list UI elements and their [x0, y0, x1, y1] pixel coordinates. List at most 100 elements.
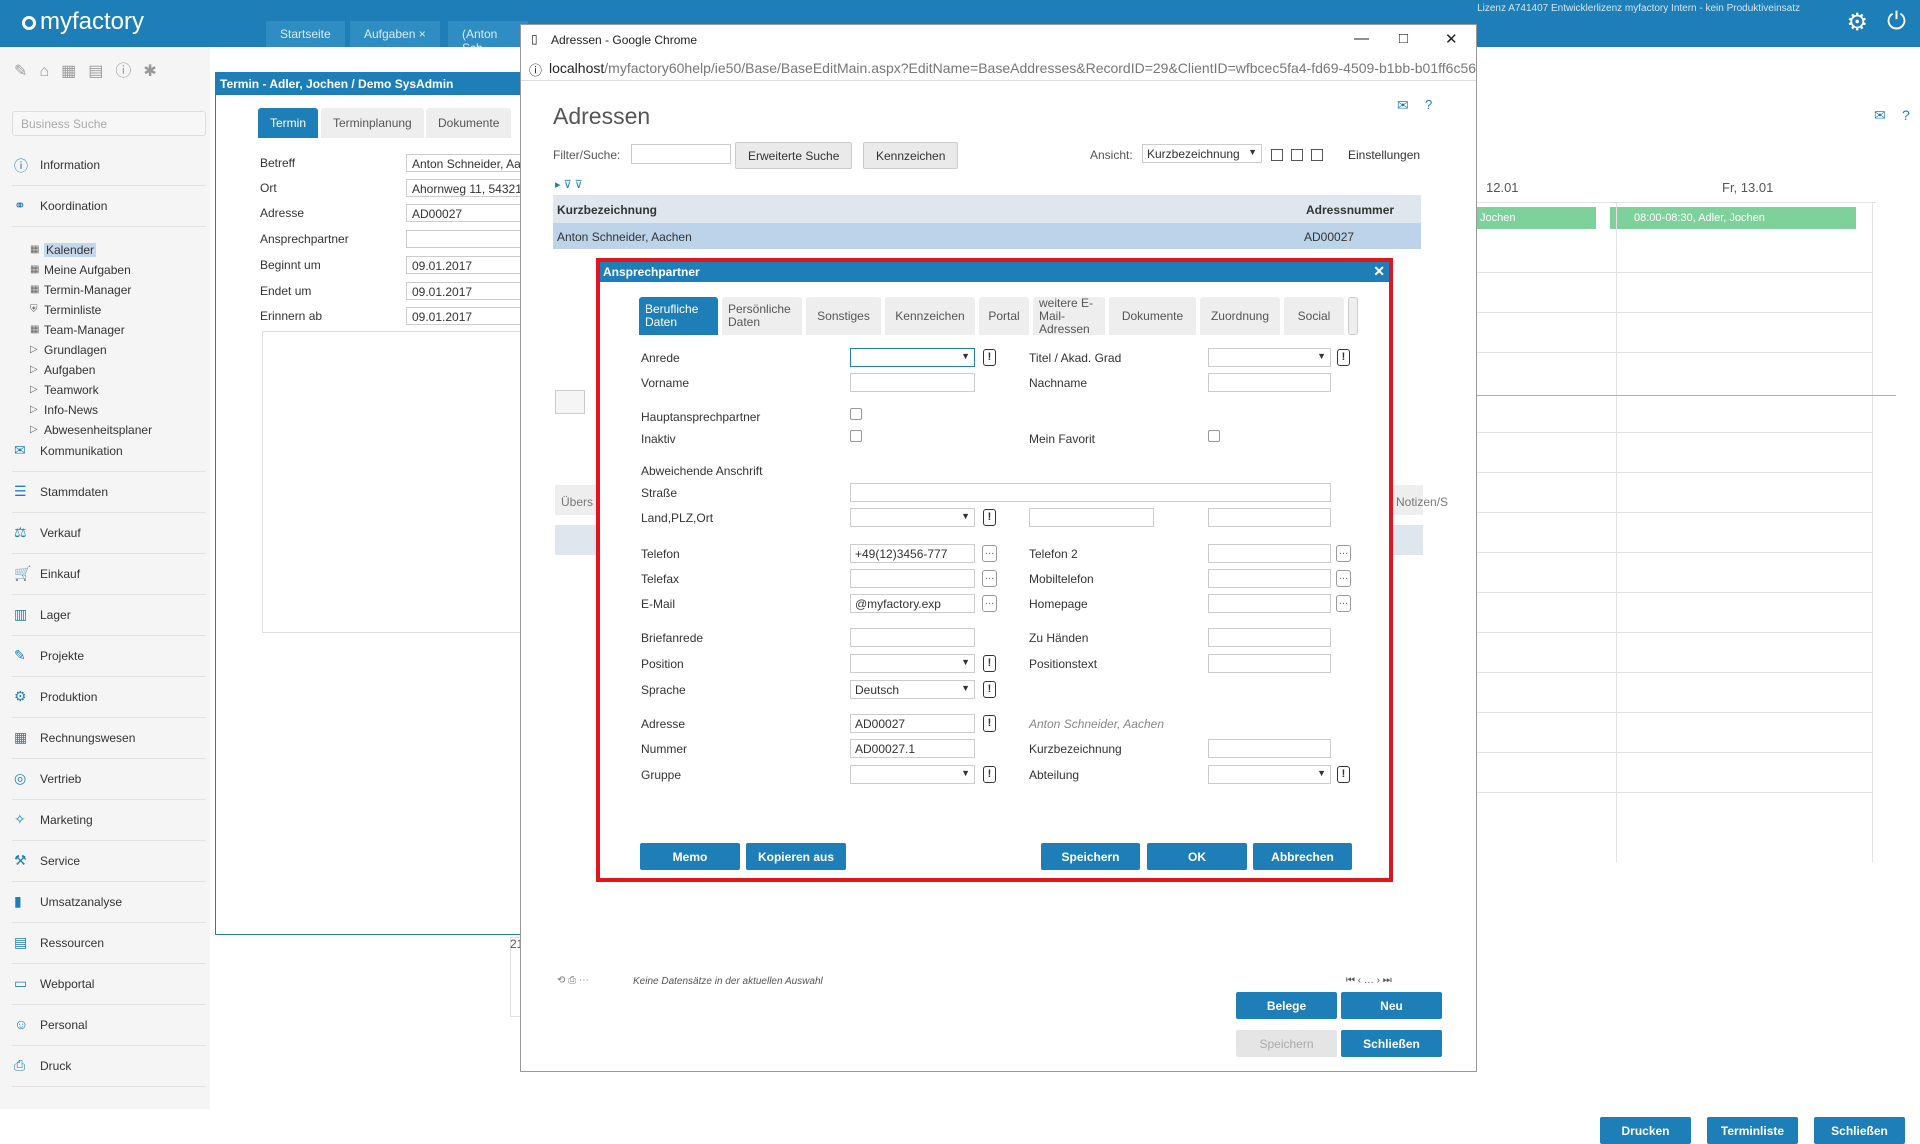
sidebar-item-einkauf[interactable]: 🛒 Einkauf [12, 555, 206, 595]
refresh-icon[interactable]: ⟲ ⎙ ⋯ [557, 975, 589, 986]
mail-icon[interactable]: ✉ [1874, 107, 1886, 124]
tab-aufgaben[interactable]: Aufgaben × [350, 21, 440, 47]
email-more-button[interactable]: … [982, 595, 997, 612]
sidebar-item-information[interactable]: ⓘ Information [12, 146, 206, 186]
sidebar-subitem[interactable]: ⛨ Terminliste [30, 303, 101, 323]
tab-anton[interactable]: (Anton Sch [448, 21, 528, 47]
endet-field[interactable]: 09.01.2017 [406, 282, 531, 300]
sidebar-item-umsatzanalyse[interactable]: ▮ Umsatzanalyse [12, 883, 206, 923]
window-close-icon[interactable]: ✕ [1445, 30, 1458, 48]
sidebar-item-druck[interactable]: ⎙ Druck [12, 1047, 206, 1087]
telefax-field[interactable] [850, 569, 975, 588]
tab-social[interactable]: Social [1284, 297, 1344, 335]
vorname-field[interactable] [850, 373, 975, 392]
terminliste-button[interactable]: Terminliste [1707, 1117, 1798, 1144]
briefanrede-field[interactable] [850, 628, 975, 647]
close-icon[interactable]: ✕ [1373, 263, 1385, 280]
mail-icon[interactable]: ✉ [1397, 97, 1409, 114]
land-info-button[interactable]: ! [983, 509, 996, 526]
minimize-icon[interactable]: — [1354, 30, 1369, 47]
anrede-info-button[interactable]: ! [983, 349, 996, 366]
favorit-checkbox[interactable] [1208, 430, 1220, 442]
position-select[interactable]: ▼ [850, 654, 975, 673]
abteilung-info-button[interactable]: ! [1337, 766, 1350, 783]
positionstext-field[interactable] [1208, 654, 1331, 673]
notes-badge-icon[interactable]: ▤ [88, 63, 115, 80]
tab-portal[interactable]: Portal [979, 297, 1029, 335]
calendar-badge-icon[interactable]: ▦ [61, 63, 88, 80]
adresse-info-button[interactable]: ! [983, 715, 996, 732]
speichern-button[interactable]: Speichern [1041, 843, 1140, 870]
adresse-field[interactable]: AD00027 [850, 714, 975, 733]
view-icon[interactable] [1311, 149, 1323, 161]
help-icon[interactable]: ? [1902, 107, 1910, 123]
tab-scroll[interactable] [1348, 297, 1358, 335]
help-icon[interactable]: ? [1425, 97, 1432, 112]
sidebar-subitem[interactable]: ▷ Grundlagen [30, 343, 107, 363]
gruppe-select[interactable]: ▼ [850, 765, 975, 784]
telefon-more-button[interactable]: … [982, 545, 997, 562]
sidebar-subitem[interactable]: ▷ Info-News [30, 403, 98, 423]
tab-berufliche-daten[interactable]: Berufliche Daten [639, 297, 718, 335]
land-select[interactable]: ▼ [850, 508, 975, 527]
sidebar-item-lager[interactable]: ▥ Lager [12, 596, 206, 636]
homepage-more-button[interactable]: … [1336, 595, 1351, 612]
close-icon[interactable]: × [419, 27, 426, 41]
kurzbezeichnung-field[interactable] [1208, 739, 1331, 758]
plz-field[interactable] [1029, 508, 1154, 527]
inaktiv-checkbox[interactable] [850, 430, 862, 442]
filter-icon[interactable]: ▸ ⊽ ⊽ [555, 178, 583, 191]
tab-startseite[interactable]: Startseite [266, 21, 345, 47]
kennzeichen-button[interactable]: Kennzeichen [863, 142, 959, 169]
drucken-button[interactable]: Drucken [1600, 1117, 1691, 1144]
sidebar-item-ressourcen[interactable]: ▤ Ressourcen [12, 924, 206, 964]
settings-small-icon[interactable]: ✱ [143, 63, 168, 80]
small-tab[interactable] [555, 390, 585, 414]
betreff-field[interactable]: Anton Schneider, Aa [406, 154, 531, 172]
adresse-field[interactable]: AD00027 [406, 204, 531, 222]
nummer-field[interactable]: AD00027.1 [850, 739, 975, 758]
sidebar-subitem[interactable]: ▷ Aufgaben [30, 363, 95, 383]
pager-icon[interactable]: ⏮ ‹ … › ⏭ [1346, 975, 1392, 986]
view-icon[interactable] [1291, 149, 1303, 161]
calendar-event[interactable]: 08:00-08:30, Adler, Jochen [1610, 207, 1856, 229]
tab-dokumente[interactable]: Dokumente [1109, 297, 1196, 335]
filter-input[interactable] [631, 144, 731, 164]
column-header[interactable]: Kurzbezeichnung [557, 203, 657, 217]
sidebar-item-projekte[interactable]: ✎ Projekte [12, 637, 206, 677]
sidebar-item-personal[interactable]: ☺ Personal [12, 1006, 206, 1046]
email-field[interactable]: @myfactory.exp [850, 594, 975, 613]
sidebar-subitem[interactable]: ▷ Abwesenheitsplaner [30, 423, 152, 443]
info-icon[interactable]: ⓘ [115, 63, 143, 80]
tab-zuordnung[interactable]: Zuordnung [1200, 297, 1280, 335]
mobiltelefon-field[interactable] [1208, 569, 1331, 588]
hauptansprechpartner-checkbox[interactable] [850, 408, 862, 420]
sidebar-subitem[interactable]: ▦ Termin-Manager [30, 283, 131, 303]
tab-persoenliche-daten[interactable]: Persönliche Daten [722, 297, 802, 335]
tab-kennzeichen[interactable]: Kennzeichen [885, 297, 975, 335]
telefax-more-button[interactable]: … [982, 570, 997, 587]
abbrechen-button[interactable]: Abbrechen [1253, 843, 1352, 870]
telefon2-field[interactable] [1208, 544, 1331, 563]
ok-button[interactable]: OK [1147, 843, 1247, 870]
memo-button[interactable]: Memo [640, 843, 740, 870]
column-header[interactable]: Adressnummer [1306, 203, 1394, 217]
calendar-event[interactable]: Jochen [1476, 207, 1596, 229]
sidebar-item-marketing[interactable]: ✧ Marketing [12, 801, 206, 841]
abteilung-select[interactable]: ▼ [1208, 765, 1331, 784]
zuhaenden-field[interactable] [1208, 628, 1331, 647]
ansicht-select[interactable]: Kurzbezeichnung ▼ [1142, 144, 1262, 163]
ansprechpartner-field[interactable] [406, 230, 531, 248]
beginnt-field[interactable]: 09.01.2017 [406, 256, 531, 274]
telefon2-more-button[interactable]: … [1336, 545, 1351, 562]
anrede-select[interactable]: ▼ [850, 348, 975, 367]
neu-button[interactable]: Neu [1341, 992, 1442, 1019]
position-info-button[interactable]: ! [983, 655, 996, 672]
tab-dokumente[interactable]: Dokumente [426, 108, 512, 138]
power-icon[interactable]: ⏻ [1887, 8, 1906, 36]
titel-select[interactable]: ▼ [1208, 348, 1331, 367]
einstellungen-link[interactable]: Einstellungen [1348, 148, 1420, 162]
sidebar-item-stammdaten[interactable]: ☰ Stammdaten [12, 473, 206, 513]
sprache-select[interactable]: Deutsch ▼ [850, 680, 975, 699]
sidebar-item-koordination[interactable]: ⚭ Koordination [12, 187, 206, 227]
